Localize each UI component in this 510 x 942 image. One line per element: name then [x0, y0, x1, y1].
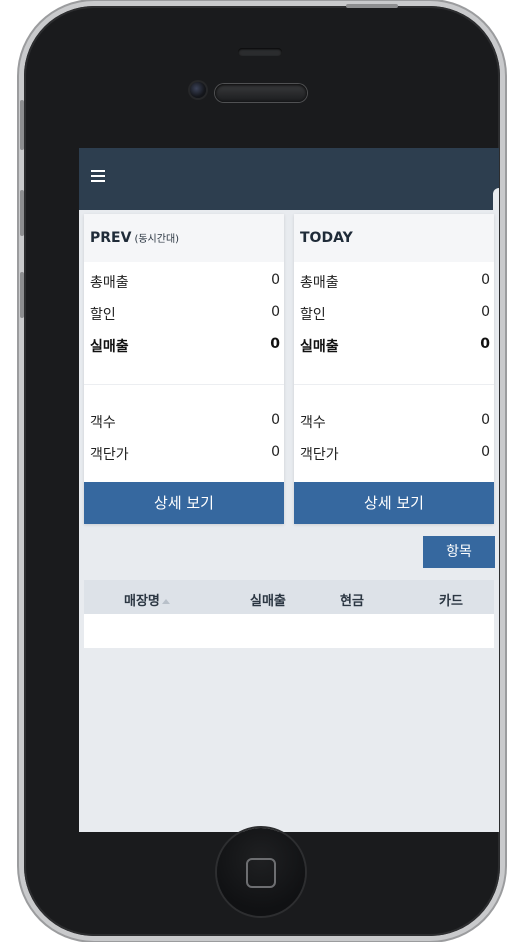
table-header: 매장명 실매출 현금 카드	[84, 580, 494, 614]
today-discount-value: 0	[481, 304, 490, 320]
today-row-gross-sales: 총매출 0	[300, 272, 490, 292]
today-gross-sales-value: 0	[481, 272, 490, 288]
prev-subtitle: (동시간대)	[134, 234, 180, 245]
prev-title-text: PREV	[90, 230, 132, 246]
today-avg-spend-label: 객단가	[300, 447, 339, 463]
today-divider	[294, 384, 494, 385]
prev-discount-label: 할인	[90, 307, 116, 323]
today-row-customers: 객수 0	[300, 412, 490, 432]
column-header-store-name[interactable]: 매장명	[124, 590, 170, 609]
today-customers-value: 0	[481, 412, 490, 428]
prev-row-gross-sales: 총매출 0	[90, 272, 280, 292]
today-row-avg-spend: 객단가 0	[300, 444, 490, 464]
column-header-net-sales[interactable]: 실매출	[250, 590, 286, 609]
today-card-header: TODAY	[294, 214, 494, 262]
items-button[interactable]: 항목	[423, 536, 495, 568]
prev-customers-value: 0	[271, 412, 280, 428]
prev-gross-sales-value: 0	[271, 272, 280, 288]
phone-frame: PREV (동시간대) 총매출 0 할인 0 실매출 0 객수 0 객단가 0 …	[24, 6, 500, 936]
today-avg-spend-value: 0	[481, 444, 490, 460]
prev-discount-value: 0	[271, 304, 280, 320]
store-name-header-label: 매장명	[124, 594, 160, 609]
prev-detail-button[interactable]: 상세 보기	[84, 482, 284, 524]
prev-row-discount: 할인 0	[90, 304, 280, 324]
hamburger-menu-icon[interactable]	[91, 170, 105, 182]
prev-row-customers: 객수 0	[90, 412, 280, 432]
today-card: TODAY 총매출 0 할인 0 실매출 0 객수 0 객단가 0 상세 보기	[294, 214, 494, 524]
today-discount-label: 할인	[300, 307, 326, 323]
front-camera	[190, 82, 206, 98]
today-net-sales-value: 0	[480, 336, 490, 352]
today-row-discount: 할인 0	[300, 304, 490, 324]
today-detail-button[interactable]: 상세 보기	[294, 482, 494, 524]
prev-avg-spend-label: 객단가	[90, 447, 129, 463]
prev-net-sales-value: 0	[270, 336, 280, 352]
prev-net-sales-label: 실매출	[90, 339, 129, 355]
sort-up-icon	[161, 599, 170, 604]
today-customers-label: 객수	[300, 415, 326, 431]
today-gross-sales-label: 총매출	[300, 275, 339, 291]
prev-gross-sales-label: 총매출	[90, 275, 129, 291]
home-square-icon	[246, 858, 276, 888]
prev-card-title: PREV (동시간대)	[90, 230, 179, 246]
home-button[interactable]	[217, 828, 305, 916]
prev-card-header: PREV (동시간대)	[84, 214, 284, 262]
top-speaker	[238, 48, 282, 56]
prev-customers-label: 객수	[90, 415, 116, 431]
app-screen: PREV (동시간대) 총매출 0 할인 0 실매출 0 객수 0 객단가 0 …	[79, 148, 499, 832]
column-header-cash[interactable]: 현금	[340, 590, 364, 609]
volume-down-button	[20, 272, 24, 318]
volume-up-button	[20, 190, 24, 236]
earpiece	[215, 84, 307, 102]
app-header	[79, 148, 499, 210]
today-card-title: TODAY	[300, 230, 353, 246]
store-sales-table: 매장명 실매출 현금 카드	[84, 580, 494, 648]
prev-avg-spend-value: 0	[271, 444, 280, 460]
prev-row-avg-spend: 객단가 0	[90, 444, 280, 464]
mute-switch	[20, 100, 24, 150]
today-net-sales-label: 실매출	[300, 339, 339, 355]
prev-card: PREV (동시간대) 총매출 0 할인 0 실매출 0 객수 0 객단가 0 …	[84, 214, 284, 524]
header-edge	[493, 188, 499, 210]
prev-row-net-sales: 실매출 0	[90, 336, 280, 356]
prev-divider	[84, 384, 284, 385]
power-button	[346, 4, 398, 8]
column-header-card[interactable]: 카드	[439, 590, 463, 609]
today-row-net-sales: 실매출 0	[300, 336, 490, 356]
